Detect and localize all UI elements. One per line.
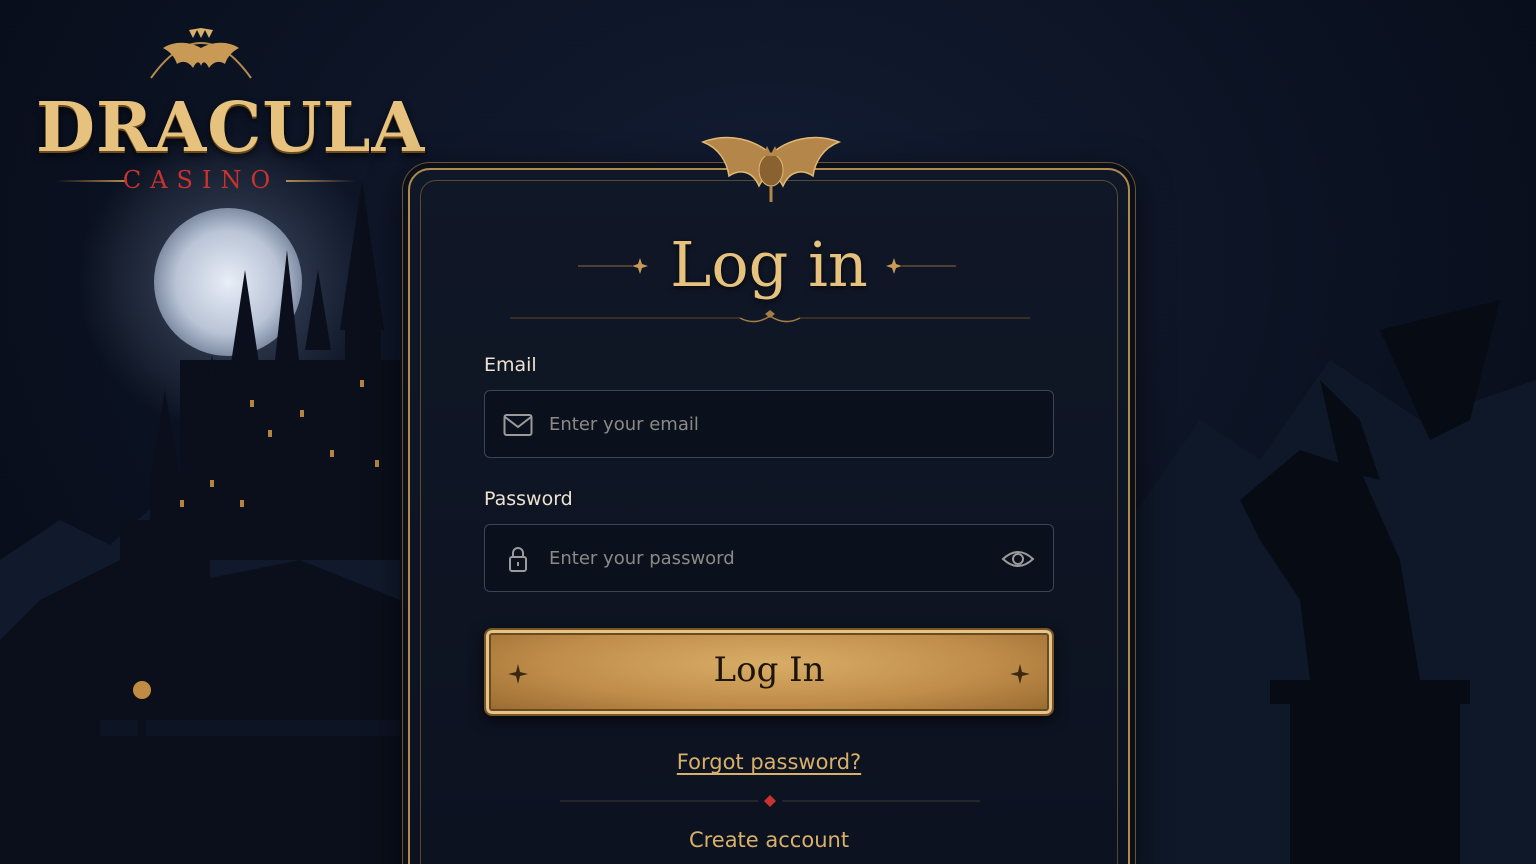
login-button-label: Log In [713, 650, 825, 690]
login-card: Log in Email Password [408, 136, 1130, 864]
mail-icon [503, 414, 533, 436]
password-input[interactable] [549, 525, 989, 591]
eye-icon[interactable] [1001, 545, 1035, 573]
title-row: Log in [410, 228, 1128, 308]
brand-logo[interactable]: DRACULA CASINO [36, 18, 426, 194]
sparkle-right-icon [1010, 664, 1030, 684]
logo-divider-right [286, 180, 356, 182]
email-input[interactable] [549, 391, 989, 457]
ornament-right-icon [886, 258, 956, 274]
email-field[interactable] [484, 390, 1054, 458]
create-account-link[interactable]: Create account [410, 828, 1128, 852]
forgot-password-link[interactable]: Forgot password? [410, 750, 1128, 774]
brand-name: DRACULA [36, 88, 426, 168]
login-button[interactable]: Log In [484, 628, 1054, 716]
title-divider [510, 310, 1030, 323]
bat-crest-icon [150, 28, 252, 79]
email-label: Email [484, 354, 537, 376]
section-separator [560, 795, 980, 807]
password-field[interactable] [484, 524, 1054, 592]
bat-icon [700, 136, 842, 202]
page-title: Log in [670, 228, 868, 301]
lock-icon [509, 547, 527, 572]
password-label: Password [484, 488, 573, 510]
